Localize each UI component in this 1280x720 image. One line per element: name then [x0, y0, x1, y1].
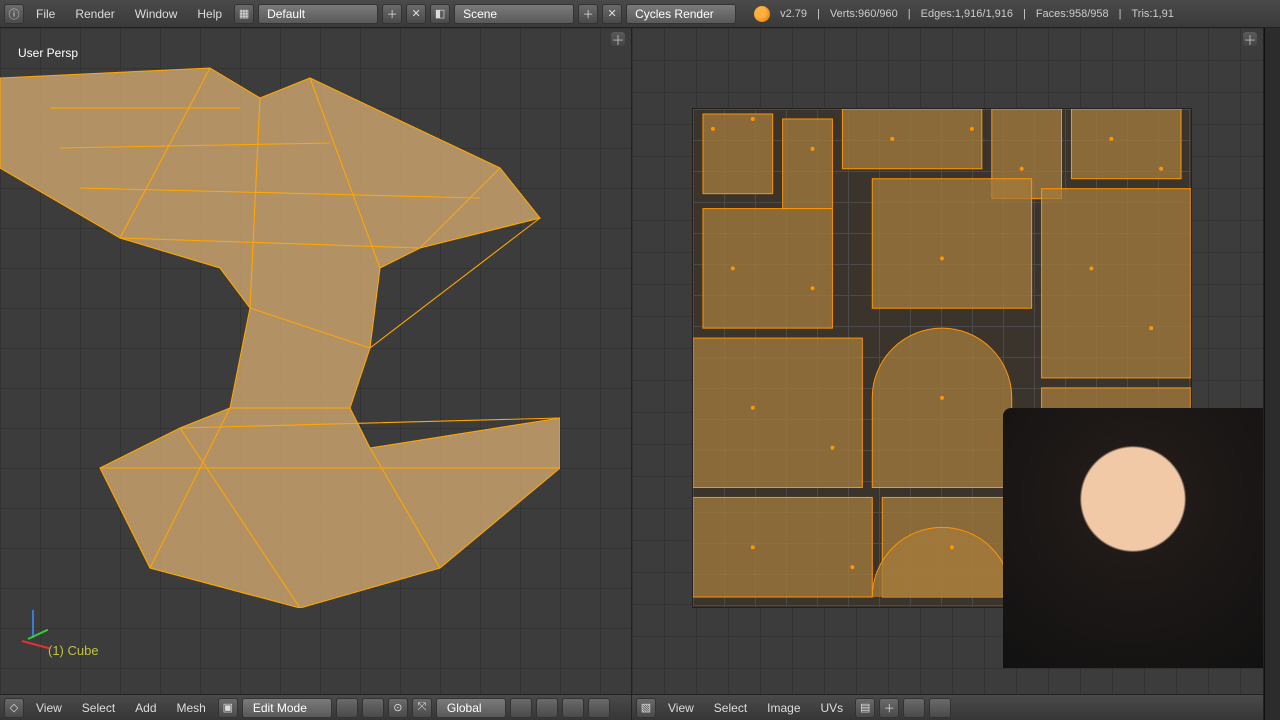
- stats-tris: Tris:1,91: [1125, 8, 1173, 20]
- image-browse-icon[interactable]: ▤: [855, 698, 875, 718]
- mode-icon[interactable]: ▣: [218, 698, 238, 718]
- menu-view-uv[interactable]: View: [660, 701, 702, 715]
- stats-faces: Faces:958/958: [1030, 8, 1109, 20]
- image-new[interactable]: ＋: [879, 698, 899, 718]
- version-label: v2.79: [774, 8, 807, 20]
- menu-image[interactable]: Image: [759, 701, 808, 715]
- menu-mesh[interactable]: Mesh: [169, 701, 214, 715]
- scene-dropdown[interactable]: Scene: [454, 4, 574, 24]
- top-menu-bar: ⓘ File Render Window Help ▦ Default ＋ ✕ …: [0, 0, 1280, 28]
- sel-mode-edge[interactable]: [536, 698, 558, 718]
- orientation-dropdown[interactable]: Global: [436, 698, 506, 718]
- shading-toggle-2[interactable]: [362, 698, 384, 718]
- viewport-3d-footer: ◇ View Select Add Mesh ▣ Edit Mode ⊙ ⤧ G…: [0, 694, 631, 720]
- manipulator-icon[interactable]: ⤧: [412, 698, 432, 718]
- region-toggle-button[interactable]: ＋: [611, 32, 625, 46]
- layout-add[interactable]: ＋: [382, 4, 402, 24]
- scene-icon[interactable]: ◧: [430, 4, 450, 24]
- screen-layout-dropdown[interactable]: Default: [258, 4, 378, 24]
- editor-type-icon-uv[interactable]: ▧: [636, 698, 656, 718]
- stats-verts: Verts:960/960: [824, 8, 898, 20]
- limit-selection[interactable]: [588, 698, 610, 718]
- pivot-uv[interactable]: [903, 698, 925, 718]
- menu-select[interactable]: Select: [74, 701, 123, 715]
- menu-view[interactable]: View: [28, 701, 70, 715]
- scene-remove[interactable]: ✕: [602, 4, 622, 24]
- mode-label: Edit Mode: [253, 701, 307, 715]
- menu-render[interactable]: Render: [67, 7, 122, 21]
- anvil-mesh: [0, 48, 560, 608]
- screen-layout-label: Default: [267, 7, 305, 21]
- right-scrollbar[interactable]: [1264, 28, 1280, 720]
- editor-type-icon[interactable]: ◇: [4, 698, 24, 718]
- stats-edges: Edges:1,916/1,916: [915, 8, 1013, 20]
- orientation-label: Global: [447, 701, 482, 715]
- axis-gizmo: [14, 606, 54, 646]
- webcam-overlay: [1003, 408, 1263, 668]
- region-toggle-button-uv[interactable]: ＋: [1243, 32, 1257, 46]
- uv-editor-canvas[interactable]: ＋: [632, 28, 1263, 694]
- info-icon[interactable]: ⓘ: [4, 4, 24, 24]
- menu-file[interactable]: File: [28, 7, 63, 21]
- scene-add[interactable]: ＋: [578, 4, 598, 24]
- shading-toggle[interactable]: [336, 698, 358, 718]
- pivot-icon[interactable]: ⊙: [388, 698, 408, 718]
- uv-editor-footer: ▧ View Select Image UVs ▤ ＋: [632, 694, 1263, 720]
- uv-sync[interactable]: [929, 698, 951, 718]
- sel-mode-face[interactable]: [562, 698, 584, 718]
- layout-icon[interactable]: ▦: [234, 4, 254, 24]
- layout-remove[interactable]: ✕: [406, 4, 426, 24]
- mode-dropdown[interactable]: Edit Mode: [242, 698, 332, 718]
- object-name-label: (1) Cube: [48, 643, 99, 658]
- sel-mode-vertex[interactable]: [510, 698, 532, 718]
- engine-label: Cycles Render: [635, 7, 714, 21]
- menu-uvs[interactable]: UVs: [813, 701, 852, 715]
- menu-window[interactable]: Window: [127, 7, 186, 21]
- main-split: ＋ User Persp (1) Cube ◇ View: [0, 28, 1280, 720]
- scene-label: Scene: [463, 7, 497, 21]
- uv-editor: ＋: [632, 28, 1264, 720]
- viewport-3d-canvas[interactable]: ＋ User Persp (1) Cube: [0, 28, 631, 694]
- viewport-3d: ＋ User Persp (1) Cube ◇ View: [0, 28, 632, 720]
- menu-help[interactable]: Help: [189, 7, 230, 21]
- menu-add[interactable]: Add: [127, 701, 164, 715]
- menu-select-uv[interactable]: Select: [706, 701, 755, 715]
- blender-logo-icon: [754, 6, 770, 22]
- engine-dropdown[interactable]: Cycles Render: [626, 4, 736, 24]
